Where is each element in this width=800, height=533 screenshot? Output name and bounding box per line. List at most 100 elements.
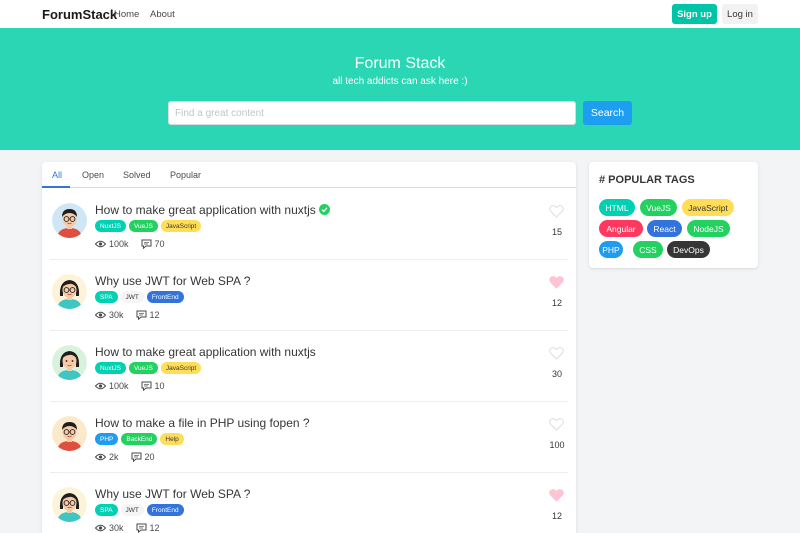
- likes-count: 30: [551, 369, 562, 379]
- popular-tag-vuejs[interactable]: VueJS: [640, 199, 677, 216]
- question-item[interactable]: Why use JWT for Web SPA ? SPA JWT FrontEnd 3…: [42, 260, 576, 331]
- comments-count: 10: [154, 381, 165, 391]
- tag-nuxtjs[interactable]: NuxtJS: [95, 220, 126, 232]
- question-stats: 30k 12: [95, 523, 172, 533]
- popular-tag-javascript[interactable]: JavaScript: [682, 199, 734, 216]
- question-stats: 2k 20: [95, 452, 167, 462]
- heart-icon[interactable]: [549, 418, 564, 434]
- popular-tag-php[interactable]: PHP: [599, 241, 623, 258]
- avatar[interactable]: [52, 345, 87, 380]
- tag-vuejs[interactable]: VueJS: [128, 362, 158, 374]
- question-title-text[interactable]: Why use JWT for Web SPA ?: [95, 487, 250, 501]
- question-title-text[interactable]: How to make great application with nuxtj…: [95, 203, 316, 217]
- question-tags: NuxtJS VueJS JavaScript: [95, 220, 202, 232]
- popular-tag-devops[interactable]: DevOps: [667, 241, 710, 258]
- question-title-text[interactable]: How to make a file in PHP using fopen ?: [95, 416, 310, 430]
- tag-php[interactable]: PHP: [95, 433, 119, 445]
- nav-link-home[interactable]: Home: [114, 9, 139, 20]
- likes-count: 15: [551, 227, 562, 237]
- popular-tags-title: # POPULAR TAGS: [599, 174, 695, 186]
- question-title[interactable]: Why use JWT for Web SPA ?: [95, 274, 250, 288]
- eye-icon: [95, 311, 106, 319]
- hero-subtitle: all tech addicts can ask here :): [332, 76, 468, 87]
- popular-tag-html[interactable]: HTML: [599, 199, 635, 216]
- views-count: 30k: [109, 310, 124, 320]
- eye-icon: [95, 382, 106, 390]
- question-title[interactable]: How to make great application with nuxtj…: [95, 203, 330, 218]
- tag-javascript[interactable]: JavaScript: [160, 362, 202, 374]
- avatar[interactable]: [52, 203, 87, 238]
- question-title-text[interactable]: How to make great application with nuxtj…: [95, 345, 316, 359]
- views-count: 2k: [109, 452, 119, 462]
- question-item[interactable]: How to make great application with nuxtj…: [42, 331, 576, 402]
- hero-banner: Forum Stack all tech addicts can ask her…: [0, 28, 800, 150]
- login-button[interactable]: Log in: [722, 4, 758, 24]
- question-stats: 100k 10: [95, 381, 177, 391]
- eye-icon: [95, 453, 106, 461]
- tag-vuejs[interactable]: VueJS: [128, 220, 158, 232]
- popular-tag-nodejs[interactable]: NodeJS: [687, 220, 730, 237]
- question-tags: PHP BackEnd Help: [95, 433, 184, 445]
- comments-count: 70: [154, 239, 165, 249]
- tab-solved[interactable]: Solved: [123, 170, 151, 180]
- question-item[interactable]: Why use JWT for Web SPA ? SPA JWT FrontEnd 3…: [42, 473, 576, 533]
- comments-count: 12: [149, 310, 160, 320]
- tag-jwt[interactable]: JWT: [120, 291, 144, 303]
- heart-icon[interactable]: [549, 347, 564, 363]
- brand-logo[interactable]: ForumStack: [42, 7, 117, 22]
- question-item[interactable]: How to make great application with nuxtj…: [42, 189, 576, 260]
- heart-icon[interactable]: [549, 489, 564, 505]
- active-tab-indicator: [42, 186, 70, 188]
- nav-link-about[interactable]: About: [150, 9, 175, 20]
- navbar: ForumStack Home About Sign up Log in: [0, 0, 800, 28]
- question-title-text[interactable]: Why use JWT for Web SPA ?: [95, 274, 250, 288]
- views-count: 30k: [109, 523, 124, 533]
- question-item[interactable]: How to make a file in PHP using fopen ? P…: [42, 402, 576, 473]
- tag-help[interactable]: Help: [160, 433, 184, 445]
- comment-icon: [141, 381, 152, 391]
- search-input[interactable]: [168, 101, 576, 125]
- tab-all[interactable]: All: [52, 170, 62, 180]
- tag-javascript[interactable]: JavaScript: [160, 220, 202, 232]
- popular-tag-react[interactable]: React: [647, 220, 682, 237]
- heart-icon[interactable]: [549, 205, 564, 221]
- eye-icon: [95, 240, 106, 248]
- comment-icon: [136, 310, 147, 320]
- tag-frontend[interactable]: FrontEnd: [146, 291, 184, 303]
- popular-tag-css[interactable]: CSS: [633, 241, 663, 258]
- heart-icon[interactable]: [549, 276, 564, 292]
- likes-count: 100: [549, 440, 565, 450]
- avatar[interactable]: [52, 416, 87, 451]
- solved-check-icon: [318, 204, 330, 218]
- comment-icon: [141, 239, 152, 249]
- tag-nuxtjs[interactable]: NuxtJS: [95, 362, 126, 374]
- tag-jwt[interactable]: JWT: [120, 504, 144, 516]
- tag-frontend[interactable]: FrontEnd: [146, 504, 184, 516]
- likes-count: 12: [551, 298, 562, 308]
- avatar[interactable]: [52, 274, 87, 309]
- comment-icon: [136, 523, 147, 533]
- question-tags: SPA JWT FrontEnd: [95, 504, 184, 516]
- tag-spa[interactable]: SPA: [95, 291, 118, 303]
- signup-button[interactable]: Sign up: [672, 4, 717, 24]
- tab-popular[interactable]: Popular: [170, 170, 201, 180]
- likes-count: 12: [551, 511, 562, 521]
- tag-backend[interactable]: BackEnd: [121, 433, 158, 445]
- popular-tags-card: # POPULAR TAGS HTML VueJS JavaScript Angula…: [589, 162, 758, 268]
- search-button[interactable]: Search: [583, 101, 632, 125]
- tag-spa[interactable]: SPA: [95, 504, 118, 516]
- hero-title: Forum Stack: [354, 55, 446, 72]
- avatar[interactable]: [52, 487, 87, 522]
- tab-open[interactable]: Open: [82, 170, 104, 180]
- question-title[interactable]: How to make a file in PHP using fopen ?: [95, 416, 310, 430]
- eye-icon: [95, 524, 106, 532]
- question-stats: 30k 12: [95, 310, 172, 320]
- question-title[interactable]: How to make great application with nuxtj…: [95, 345, 316, 359]
- popular-tag-angular[interactable]: Angular: [599, 220, 643, 237]
- comments-count: 12: [149, 523, 160, 533]
- question-tags: NuxtJS VueJS JavaScript: [95, 362, 202, 374]
- comments-count: 20: [144, 452, 155, 462]
- question-title[interactable]: Why use JWT for Web SPA ?: [95, 487, 250, 501]
- views-count: 100k: [109, 381, 129, 391]
- question-stats: 100k 70: [95, 239, 177, 249]
